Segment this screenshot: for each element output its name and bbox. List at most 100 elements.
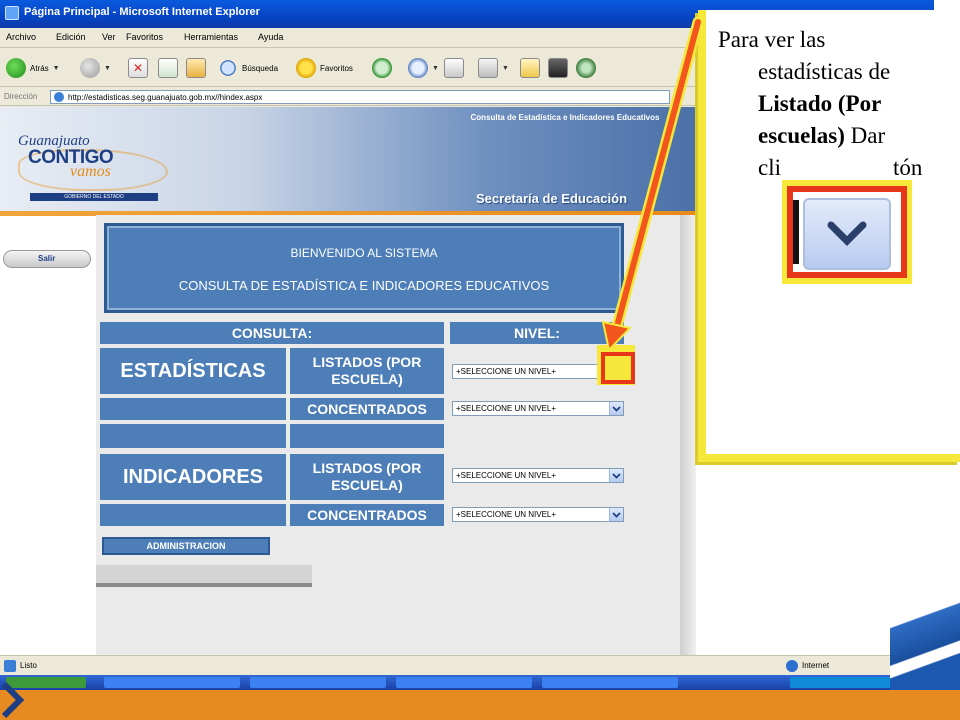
chevron-down-icon: ▼ xyxy=(104,64,111,72)
back-button[interactable]: Atrás ▼ xyxy=(6,55,60,81)
status-bar: Listo Internet xyxy=(0,655,934,675)
search-label: Búsqueda xyxy=(242,63,279,73)
history-icon xyxy=(372,58,392,78)
callout-bold1: Listado (Por xyxy=(758,91,882,116)
administracion-button[interactable]: ADMINISTRACION xyxy=(102,537,270,555)
indicadores-concentrados-select[interactable]: +SELECCIONE UN NIVEL+ xyxy=(452,507,624,522)
menu-favoritos[interactable]: Favoritos xyxy=(126,32,163,42)
logo-vamos: vamos xyxy=(70,163,111,180)
zoom-edge xyxy=(793,200,799,264)
target-highlight-border xyxy=(601,352,635,384)
print-button[interactable] xyxy=(444,55,464,81)
status-text: Listo xyxy=(20,661,37,670)
menu-archivo[interactable]: Archivo xyxy=(6,32,36,42)
favorites-button[interactable]: Favoritos xyxy=(296,55,353,81)
taskbar xyxy=(0,675,934,690)
indicadores-listados-label: LISTADOS (POR ESCUELA) xyxy=(290,454,444,500)
zoomed-button-highlight xyxy=(782,180,912,284)
taskbar-item[interactable] xyxy=(250,677,386,688)
refresh-button[interactable] xyxy=(158,55,178,81)
search-icon xyxy=(218,58,238,78)
indicadores-listados-select[interactable]: +SELECCIONE UN NIVEL+ xyxy=(452,468,624,483)
mail-icon xyxy=(408,58,428,78)
address-label: Dirección xyxy=(4,92,38,101)
messenger-icon xyxy=(548,58,568,78)
banner-subtitle: Consulta de Estadística e Indicadores Ed… xyxy=(470,113,660,122)
welcome-title: BIENVENIDO AL SISTEMA xyxy=(290,246,438,260)
internet-zone-icon xyxy=(786,660,798,672)
edit-icon xyxy=(478,58,498,78)
salir-button[interactable]: Salir xyxy=(3,250,91,268)
window-title: Página Principal - Microsoft Internet Ex… xyxy=(24,6,260,18)
listados-line1: LISTADOS (POR xyxy=(312,354,422,370)
taskbar-item[interactable] xyxy=(542,677,678,688)
history-button[interactable] xyxy=(372,55,392,81)
indicadores-blank-cell xyxy=(100,504,286,526)
edit-button[interactable]: ▼ xyxy=(478,55,509,81)
header-nivel: NIVEL: xyxy=(450,322,624,344)
select-dropdown-button[interactable] xyxy=(609,469,623,482)
chevron-down-icon xyxy=(827,221,867,246)
select-dropdown-button[interactable] xyxy=(609,402,623,415)
callout-line5-end: tón xyxy=(893,155,923,180)
zone-text: Internet xyxy=(802,661,830,670)
menu-ver[interactable]: Ver xyxy=(102,32,116,42)
slide-footer-strip xyxy=(0,690,960,720)
address-input[interactable]: http://estadisticas.seg.guanajuato.gob.m… xyxy=(50,90,670,104)
panel-shadow xyxy=(680,215,696,655)
research-button[interactable] xyxy=(576,55,596,81)
search-button[interactable]: Búsqueda xyxy=(218,55,278,81)
back-label: Atrás xyxy=(30,63,49,73)
messenger-button[interactable] xyxy=(548,55,568,81)
listados-line2: ESCUELA) xyxy=(331,371,403,387)
select-value: +SELECCIONE UN NIVEL+ xyxy=(456,367,557,376)
welcome-box: BIENVENIDO AL SISTEMA CONSULTA DE ESTADÍ… xyxy=(104,223,624,313)
section-indicadores: INDICADORES xyxy=(100,454,286,500)
select-dropdown-button[interactable] xyxy=(609,508,623,521)
estadisticas-listados-label: LISTADOS (POR ESCUELA) xyxy=(290,348,444,394)
menu-ayuda[interactable]: Ayuda xyxy=(258,32,283,42)
star-icon xyxy=(296,58,316,78)
home-button[interactable] xyxy=(186,55,206,81)
zoomed-button-frame xyxy=(787,186,907,278)
section-estadisticas: ESTADÍSTICAS xyxy=(100,348,286,394)
chevron-down-icon: ▼ xyxy=(502,64,509,72)
research-icon xyxy=(576,58,596,78)
indicadores-concentrados-label: CONCENTRADOS xyxy=(290,504,444,526)
mail-button[interactable]: ▼ xyxy=(408,55,439,81)
stop-icon: ✕ xyxy=(128,58,148,78)
refresh-icon xyxy=(158,58,178,78)
select-value: +SELECCIONE UN NIVEL+ xyxy=(456,510,557,519)
welcome-subtitle: CONSULTA DE ESTADÍSTICA E INDICADORES ED… xyxy=(178,278,550,293)
header-banner: Guanajuato CONTIGO vamos GOBIERNO DEL ES… xyxy=(0,107,700,215)
folder-button[interactable] xyxy=(520,55,540,81)
header-consulta: CONSULTA: xyxy=(100,322,444,344)
taskbar-item[interactable] xyxy=(104,677,240,688)
stop-button[interactable]: ✕ xyxy=(128,55,148,81)
menu-herramientas[interactable]: Herramientas xyxy=(184,32,238,42)
callout-line1: Para ver las xyxy=(718,27,826,52)
callout-line5-start: cli xyxy=(758,155,781,180)
select-value: +SELECCIONE UN NIVEL+ xyxy=(456,404,557,413)
banner-secretaria: Secretaría de Educación xyxy=(476,191,628,206)
zoomed-dropdown-button xyxy=(803,198,891,270)
folder-icon xyxy=(520,58,540,78)
listados-line1: LISTADOS (POR xyxy=(312,460,422,476)
forward-button[interactable]: ▼ xyxy=(80,55,111,81)
estadisticas-blank-cell xyxy=(100,398,286,420)
address-url: http://estadisticas.seg.guanajuato.gob.m… xyxy=(68,92,263,102)
menu-edicion[interactable]: Edición xyxy=(56,32,86,42)
chevron-down-icon xyxy=(612,472,621,479)
taskbar-item[interactable] xyxy=(396,677,532,688)
callout-after-bold: Dar xyxy=(844,123,886,148)
chevron-down-icon xyxy=(612,511,621,518)
estadisticas-concentrados-select[interactable]: +SELECCIONE UN NIVEL+ xyxy=(452,401,624,416)
forward-arrow-icon xyxy=(80,58,100,78)
ie-icon xyxy=(5,6,19,20)
favorites-label: Favoritos xyxy=(320,63,353,73)
callout-line2: estadísticas de xyxy=(758,59,891,84)
chevron-right-icon xyxy=(1,681,25,719)
slide-wave-decoration xyxy=(890,590,960,690)
chevron-down-icon xyxy=(612,405,621,412)
listados-line2: ESCUELA) xyxy=(331,477,403,493)
